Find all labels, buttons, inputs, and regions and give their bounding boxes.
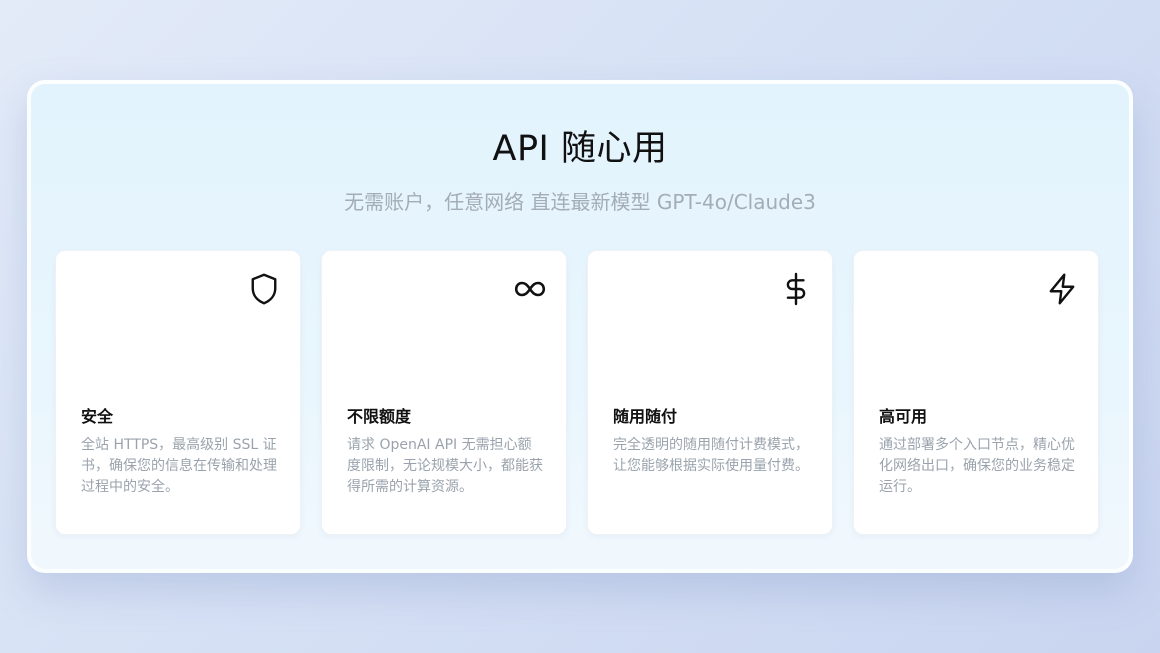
shield-icon	[246, 271, 282, 307]
feature-panel: API 随心用 无需账户，任意网络 直连最新模型 GPT-4o/Claude3 …	[27, 80, 1133, 573]
page-title: API 随心用	[492, 129, 668, 169]
feature-title: 不限额度	[347, 407, 412, 426]
feature-description: 通过部署多个入口节点，精心优化网络出口，确保您的业务稳定运行。	[879, 437, 1075, 495]
feature-card-unlimited: 不限额度 请求 OpenAI API 无需担心额度限制，无论规模大小，都能获得所…	[321, 250, 567, 535]
feature-description: 请求 OpenAI API 无需担心额度限制，无论规模大小，都能获得所需的计算资…	[347, 437, 543, 495]
feature-description: 完全透明的随用随付计费模式，让您能够根据实际使用量付费。	[613, 437, 809, 474]
feature-title: 安全	[81, 407, 114, 426]
feature-card-security: 安全 全站 HTTPS，最高级别 SSL 证书，确保您的信息在传输和处理过程中的…	[55, 250, 301, 535]
feature-card-pay-as-you-go: 随用随付 完全透明的随用随付计费模式，让您能够根据实际使用量付费。	[587, 250, 833, 535]
page-subtitle: 无需账户，任意网络 直连最新模型 GPT-4o/Claude3	[344, 190, 816, 214]
infinity-icon	[512, 271, 548, 307]
feature-title: 高可用	[879, 407, 928, 426]
feature-description: 全站 HTTPS，最高级别 SSL 证书，确保您的信息在传输和处理过程中的安全。	[81, 437, 277, 495]
feature-title: 随用随付	[613, 407, 678, 426]
lightning-icon	[1044, 271, 1080, 307]
feature-cards: 安全 全站 HTTPS，最高级别 SSL 证书，确保您的信息在传输和处理过程中的…	[55, 250, 1101, 535]
feature-card-high-availability: 高可用 通过部署多个入口节点，精心优化网络出口，确保您的业务稳定运行。	[853, 250, 1099, 535]
dollar-icon	[778, 271, 814, 307]
